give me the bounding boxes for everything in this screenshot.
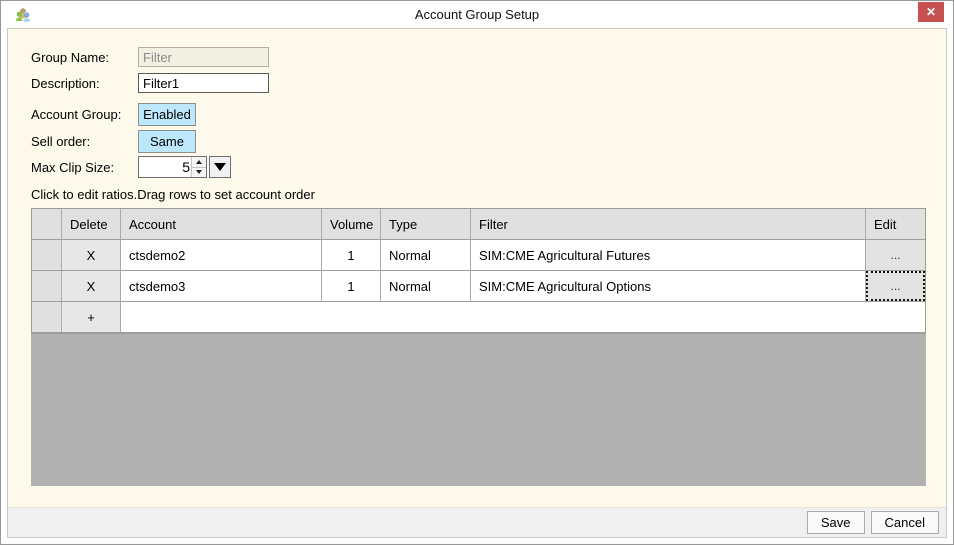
description-label: Description: xyxy=(31,76,138,91)
type-cell[interactable]: Normal xyxy=(381,271,471,302)
account-group-toggle-button[interactable]: Enabled xyxy=(138,103,196,126)
volume-cell[interactable]: 1 xyxy=(322,271,381,302)
edit-button[interactable]: ... xyxy=(866,240,925,271)
new-row-empty-cell xyxy=(121,302,925,333)
column-header-type: Type xyxy=(381,209,471,240)
edit-button[interactable]: ... xyxy=(866,271,925,302)
max-clip-size-dropdown-button[interactable] xyxy=(209,156,231,178)
grid-hint-text: Click to edit ratios.Drag rows to set ac… xyxy=(31,187,946,202)
group-name-row: Group Name: xyxy=(31,47,946,67)
sell-order-toggle-button[interactable]: Same xyxy=(138,130,196,153)
max-clip-size-row: Max Clip Size: xyxy=(31,156,946,178)
column-header-filter: Filter xyxy=(471,209,866,240)
delete-cell[interactable]: X xyxy=(62,271,121,302)
volume-cell[interactable]: 1 xyxy=(322,240,381,271)
dialog-footer: Save Cancel xyxy=(8,507,946,537)
filter-cell[interactable]: SIM:CME Agricultural Futures xyxy=(471,240,866,271)
form-area: Group Name: Description: Account Group: … xyxy=(8,29,946,507)
row-drag-handle[interactable] xyxy=(32,240,62,271)
spinner-up-button[interactable] xyxy=(192,157,206,167)
dialog-client-area: Group Name: Description: Account Group: … xyxy=(7,28,947,538)
cancel-button[interactable]: Cancel xyxy=(871,511,939,534)
column-header-account: Account xyxy=(121,209,322,240)
page-title: Account Group Setup xyxy=(7,7,947,22)
group-name-field xyxy=(138,47,269,67)
account-group-label: Account Group: xyxy=(31,107,138,122)
max-clip-size-input[interactable] xyxy=(139,157,191,177)
max-clip-size-label: Max Clip Size: xyxy=(31,160,138,175)
group-name-label: Group Name: xyxy=(31,50,138,65)
accounts-table: Delete Account Volume Type Filter Edit X… xyxy=(31,208,926,334)
delete-cell[interactable]: X xyxy=(62,240,121,271)
max-clip-size-spinner xyxy=(138,156,207,178)
column-header-edit: Edit xyxy=(866,209,925,240)
account-group-row: Account Group: Enabled xyxy=(31,103,946,126)
sell-order-row: Sell order: Same xyxy=(31,130,946,153)
add-row-button[interactable]: + xyxy=(62,302,121,333)
column-header-volume: Volume xyxy=(322,209,381,240)
column-header-delete: Delete xyxy=(62,209,121,240)
new-row-drag-handle xyxy=(32,302,62,333)
account-cell[interactable]: ctsdemo3 xyxy=(121,271,322,302)
save-button[interactable]: Save xyxy=(807,511,865,534)
spinner-up-icon xyxy=(196,160,202,164)
max-clip-size-control xyxy=(138,156,231,178)
row-drag-handle[interactable] xyxy=(32,271,62,302)
spinner-down-icon xyxy=(196,170,202,174)
column-header-rowselector xyxy=(32,209,62,240)
filter-cell[interactable]: SIM:CME Agricultural Options xyxy=(471,271,866,302)
sell-order-label: Sell order: xyxy=(31,134,138,149)
description-row: Description: xyxy=(31,73,946,93)
type-cell[interactable]: Normal xyxy=(381,240,471,271)
spinner-buttons xyxy=(191,157,206,177)
description-field[interactable] xyxy=(138,73,269,93)
title-bar: Account Group Setup ✕ xyxy=(7,1,947,28)
grid-empty-area xyxy=(31,334,926,486)
dialog-account-group-setup: Account Group Setup ✕ Group Name: Descri… xyxy=(0,0,954,545)
account-cell[interactable]: ctsdemo2 xyxy=(121,240,322,271)
spinner-down-button[interactable] xyxy=(192,167,206,178)
chevron-down-icon xyxy=(214,163,226,171)
close-button[interactable]: ✕ xyxy=(918,2,944,22)
close-icon: ✕ xyxy=(926,5,936,19)
